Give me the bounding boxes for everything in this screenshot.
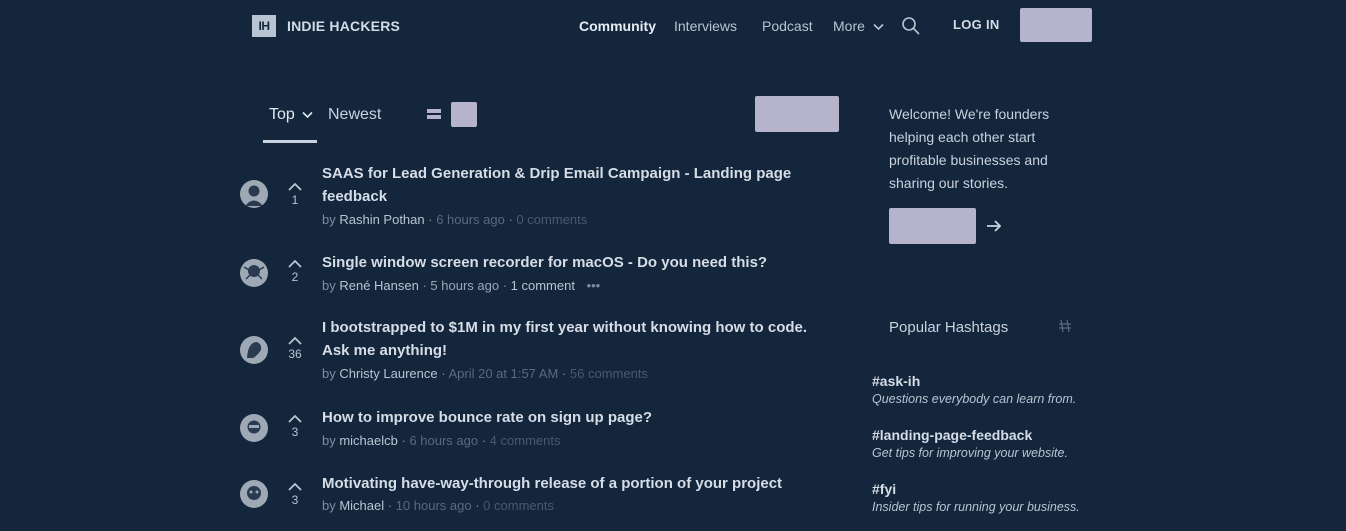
card-view-button[interactable] [451,102,477,127]
sort-top-tab[interactable]: Top [269,106,313,124]
hashtag-description: Get tips for improving your website. [872,446,1068,460]
upvote-arrow-icon [288,482,302,491]
post-title[interactable]: SAAS for Lead Generation & Drip Email Ca… [322,162,837,208]
nav-interviews[interactable]: Interviews [674,18,737,34]
upvote-arrow-icon [288,414,302,423]
sort-newest-tab[interactable]: Newest [328,106,381,124]
post-comments[interactable]: 0 comments [516,212,587,227]
post-comments[interactable]: 0 comments [483,498,554,513]
hashtag-name[interactable]: #fyi [872,481,1080,497]
post-title[interactable]: I bootstrapped to $1M in my first year w… [322,316,837,362]
vote-count: 36 [288,347,302,361]
post-meta: by René Hansen · 5 hours ago · 1 comment… [322,278,601,293]
post-time: 5 hours ago [430,278,500,293]
logo[interactable]: IH INDIE HACKERS [252,15,400,37]
upvote[interactable]: 1 [284,182,306,207]
avatar[interactable] [240,180,268,208]
list-view-icon[interactable] [427,106,441,122]
post-time: April 20 at 1:57 AM [448,366,559,381]
chevron-down-icon [873,24,884,31]
user-avatar-icon [247,420,261,434]
arrow-right-icon[interactable] [985,217,1003,235]
vote-count: 2 [291,270,299,284]
avatar[interactable] [240,259,268,287]
more-options-icon[interactable]: ••• [587,278,601,293]
post-meta: by Rashin Pothan · 6 hours ago · 0 comme… [322,212,588,227]
hashtag-description: Insider tips for running your business. [872,500,1080,514]
vote-count: 1 [291,193,299,207]
hashtag-item[interactable]: #fyi Insider tips for running your busin… [872,481,1080,514]
post-title[interactable]: Single window screen recorder for macOS … [322,251,837,274]
user-avatar-icon [247,486,261,500]
vote-count: 3 [291,425,299,439]
upvote[interactable]: 36 [284,336,306,361]
welcome-text: Welcome! We're founders helping each oth… [889,106,1050,191]
popular-hashtags-title: Popular Hashtags [889,319,1009,336]
post-time: 6 hours ago [436,212,505,227]
nav-podcast[interactable]: Podcast [762,18,813,34]
post-author[interactable]: Rashin Pothan [339,212,424,227]
user-avatar-icon [247,342,262,358]
post-author[interactable]: Christy Laurence [339,366,437,381]
nav-community[interactable]: Community [579,18,656,34]
user-avatar-icon [243,265,265,280]
hashtag-icon [1059,319,1071,333]
post-author[interactable]: Michael [339,498,384,513]
post-time: 10 hours ago [395,498,472,513]
post-comments[interactable]: 1 comment [511,278,575,293]
hashtag-item[interactable]: #landing-page-feedback Get tips for impr… [872,427,1068,460]
logo-text: INDIE HACKERS [287,18,401,34]
nav-more-label: More [833,18,865,34]
hashtag-description: Questions everybody can learn from. [872,392,1077,406]
post-comments[interactable]: 4 comments [490,433,561,448]
avatar[interactable] [240,336,268,364]
active-tab-indicator [263,140,317,143]
hashtag-item[interactable]: #ask-ih Questions everybody can learn fr… [872,373,1076,406]
hashtag-name[interactable]: #landing-page-feedback [872,427,1068,443]
post-author[interactable]: michaelcb [339,433,398,448]
post-title[interactable]: How to improve bounce rate on sign up pa… [322,406,837,429]
user-avatar-icon [245,185,263,206]
search-icon[interactable] [901,16,921,36]
new-post-button[interactable] [755,96,839,132]
upvote-arrow-icon [288,259,302,268]
signup-button[interactable] [1020,8,1092,42]
upvote[interactable]: 2 [284,259,306,284]
upvote[interactable]: 3 [284,414,306,439]
post-meta: by Michael · 10 hours ago · 0 comments [322,498,554,513]
post-title[interactable]: Motivating have-way-through release of a… [322,472,837,495]
login-link[interactable]: LOG IN [953,17,1000,32]
logo-mark: IH [252,15,276,37]
chevron-down-icon [302,111,313,118]
post-meta: by michaelcb · 6 hours ago · 4 comments [322,433,561,448]
avatar[interactable] [240,414,268,442]
avatar[interactable] [240,480,268,508]
post-time: 6 hours ago [409,433,479,448]
vote-count: 3 [291,493,299,507]
upvote-arrow-icon [288,336,302,345]
nav-more[interactable]: More [833,18,884,34]
post-author[interactable]: René Hansen [339,278,419,293]
post-meta: by Christy Laurence · April 20 at 1:57 A… [322,366,648,381]
post-comments[interactable]: 56 comments [570,366,648,381]
sort-top-label: Top [269,106,295,123]
upvote[interactable]: 3 [284,482,306,507]
hashtag-name[interactable]: #ask-ih [872,373,1076,389]
upvote-arrow-icon [288,182,302,191]
join-button[interactable] [889,208,976,244]
